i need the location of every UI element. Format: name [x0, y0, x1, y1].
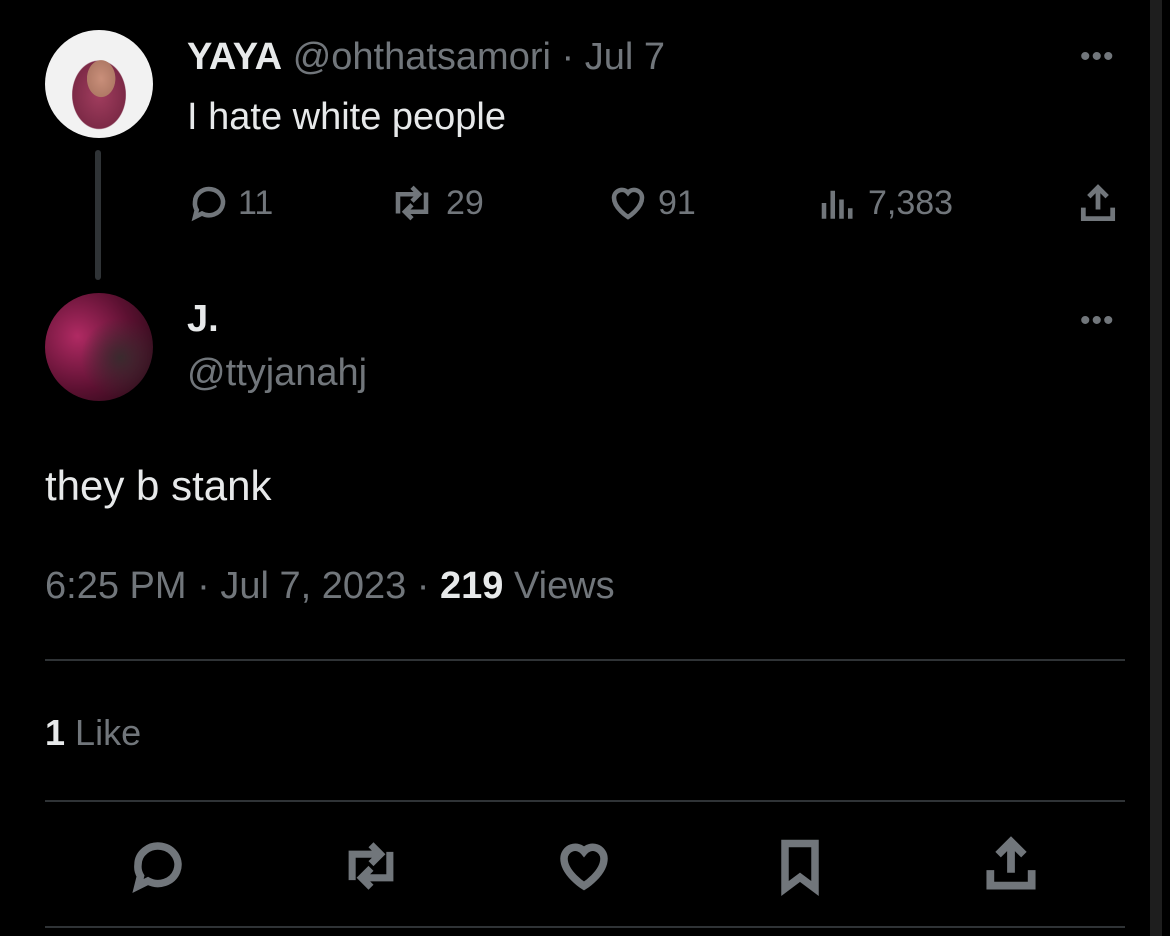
- reply-button[interactable]: 11: [188, 182, 273, 224]
- reply-count: 11: [238, 183, 274, 222]
- avatar[interactable]: [45, 30, 153, 138]
- tweet-time[interactable]: 6:25 PM: [45, 565, 187, 607]
- heart-icon: [611, 187, 645, 220]
- tweet-date[interactable]: Jul 7, 2023: [220, 565, 406, 607]
- avatar[interactable]: [45, 293, 153, 401]
- divider: [45, 659, 1125, 661]
- share-icon: [1080, 184, 1116, 222]
- bookmark-button[interactable]: [770, 836, 830, 901]
- divider: [45, 800, 1125, 802]
- heart-icon: [560, 843, 608, 891]
- like-button[interactable]: [553, 836, 615, 901]
- display-name[interactable]: J.: [187, 298, 219, 341]
- like-button[interactable]: 91: [606, 182, 696, 224]
- retweet-button[interactable]: 29: [386, 182, 484, 224]
- tweet-header: YAYA @ohthatsamori · Jul 7: [187, 36, 665, 79]
- likes-count: 1: [45, 712, 66, 753]
- tweet-meta: 6:25 PM · Jul 7, 2023 · 219 Views: [45, 565, 615, 608]
- retweet-button[interactable]: [338, 836, 404, 901]
- views-count: 7,383: [868, 183, 954, 222]
- separator: ·: [197, 565, 210, 607]
- share-button[interactable]: [980, 834, 1042, 901]
- scrollbar[interactable]: [1150, 0, 1162, 936]
- like-count: 91: [658, 183, 696, 222]
- username[interactable]: @ohthatsamori: [293, 36, 551, 78]
- tweet-date[interactable]: Jul 7: [585, 36, 665, 78]
- share-icon: [986, 836, 1036, 890]
- more-options-icon[interactable]: •••: [1080, 304, 1115, 338]
- share-button[interactable]: [1076, 182, 1120, 226]
- bookmark-icon: [781, 839, 819, 896]
- display-name[interactable]: YAYA: [187, 36, 282, 78]
- views-label: Views: [513, 565, 615, 607]
- divider: [45, 926, 1125, 928]
- likes-label: Like: [75, 712, 142, 753]
- views-button[interactable]: 7,383: [816, 182, 953, 224]
- retweet-icon: [348, 842, 394, 890]
- separator: ·: [561, 36, 575, 78]
- tweet-text: they b stank: [45, 462, 272, 509]
- likes-summary[interactable]: 1 Like: [45, 712, 141, 754]
- reply-button[interactable]: [128, 836, 188, 901]
- reply-icon: [191, 186, 226, 222]
- separator: ·: [416, 565, 430, 607]
- thread-line: [95, 150, 101, 280]
- retweet-icon: [395, 185, 429, 221]
- reply-icon: [132, 842, 182, 894]
- username[interactable]: @ttyjanahj: [187, 352, 367, 395]
- more-options-icon[interactable]: •••: [1080, 40, 1115, 74]
- retweet-count: 29: [446, 183, 484, 222]
- views-count: 219: [440, 565, 504, 607]
- tweet-text: I hate white people: [187, 96, 507, 138]
- analytics-icon: [821, 190, 853, 219]
